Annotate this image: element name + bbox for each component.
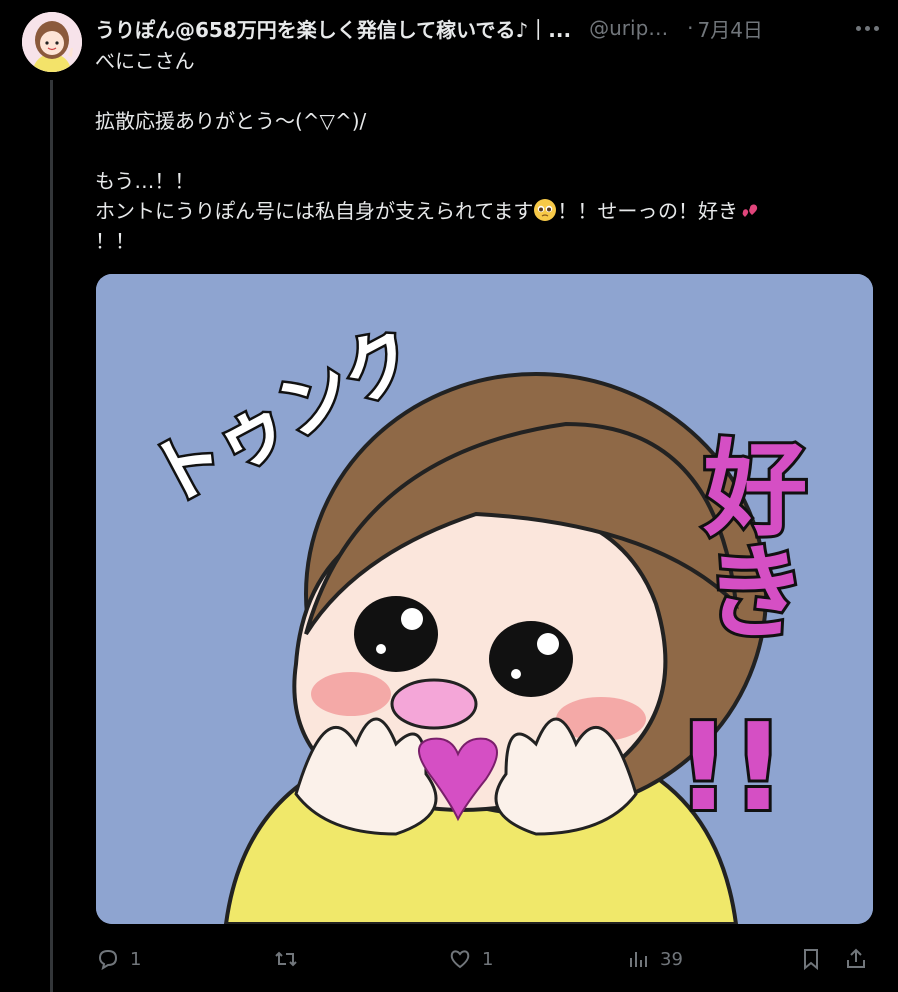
reply-button[interactable]: 1: [96, 938, 141, 980]
avatar[interactable]: [22, 12, 82, 72]
timestamp[interactable]: 7月4日: [697, 14, 762, 43]
text-line: ！！: [95, 229, 135, 253]
tweet-header: うりぽん@658万円を楽しく発信して稼いでる♪｜... @uripo... · …: [95, 10, 885, 46]
text-line: べにこさん: [95, 49, 195, 73]
views-icon: [630, 952, 647, 967]
reply-count: 1: [130, 948, 142, 970]
sticker-text-exclaim: !!: [676, 699, 785, 838]
text-line: 拡散応援ありがとう〜(^▽^)/: [95, 109, 367, 133]
more-icon[interactable]: [856, 10, 879, 46]
two-hearts-emoji: [742, 204, 758, 217]
repost-button[interactable]: [274, 938, 308, 980]
thread-line: [50, 80, 53, 992]
display-name[interactable]: うりぽん@658万円を楽しく発信して稼いでる♪｜...: [95, 14, 571, 43]
sticker-illustration: トゥンク 好き !!: [96, 274, 873, 924]
text-line: もう…！！: [95, 169, 195, 193]
repost-icon: [275, 951, 297, 967]
separator-dot: ·: [687, 16, 694, 40]
tweet-text: べにこさん 拡散応援ありがとう〜(^▽^)/ もう…！！ ホントにうりぽん号には…: [95, 46, 875, 256]
pleading-face-emoji: [534, 199, 557, 221]
bookmark-button[interactable]: [799, 938, 823, 980]
text-segment: ホントにうりぽん号には私自身が支えられてます: [95, 199, 534, 223]
text-line: ホントにうりぽん号には私自身が支えられてます ！！せーっの！好き: [95, 196, 875, 226]
text-segment: ！！せーっの！好き: [557, 199, 739, 223]
like-button[interactable]: 1: [448, 938, 493, 980]
like-icon: [450, 950, 470, 969]
reply-icon: [98, 949, 118, 971]
like-count: 1: [482, 948, 494, 970]
tweet-image[interactable]: トゥンク 好き !!: [96, 274, 873, 924]
action-bar: 1 1 39: [96, 938, 876, 980]
handle[interactable]: @uripo...: [589, 16, 679, 40]
views-button[interactable]: 39: [626, 938, 683, 980]
sticker-text-suki: 好き: [685, 434, 808, 642]
view-count: 39: [660, 948, 683, 970]
share-icon: [847, 948, 865, 968]
share-button[interactable]: [844, 938, 868, 980]
bookmark-icon: [804, 949, 818, 971]
